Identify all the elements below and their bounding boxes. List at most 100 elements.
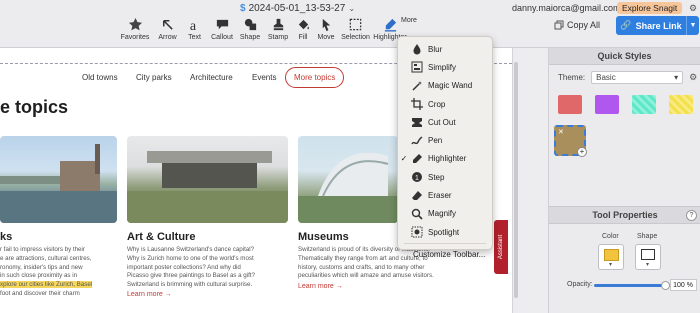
share-dropdown-button[interactable]: ▼	[686, 16, 699, 35]
menu-item-label: Cut Out	[428, 117, 456, 127]
theme-select[interactable]: Basic ▾	[591, 71, 684, 84]
text-line: r fail to impress visitors by their	[0, 246, 85, 253]
card-image-museums	[298, 136, 398, 223]
tool-arrow[interactable]: Arrow	[154, 15, 181, 47]
menu-item-label: Magnify	[428, 209, 457, 219]
assistant-label: Assistant	[498, 234, 504, 260]
text-line: Why is Lausanne Switzerland's dance capi…	[127, 246, 255, 253]
nav-city-parks[interactable]: City parks	[136, 73, 172, 82]
canvas-scrollbar[interactable]	[512, 48, 548, 313]
menu-item-spotlight[interactable]: Spotlight	[398, 223, 492, 241]
scrollbar-thumb[interactable]	[514, 62, 518, 298]
magnify-icon	[410, 207, 424, 221]
menu-item-label: Simplify	[428, 62, 457, 72]
menu-item-label: Magic Wand	[428, 81, 473, 91]
quick-style-swatch-red[interactable]	[558, 95, 582, 114]
quick-style-swatch-teal[interactable]	[632, 95, 656, 114]
close-icon[interactable]: ✕	[558, 128, 564, 136]
quick-style-swatch-purple[interactable]	[595, 95, 619, 114]
nav-architecture[interactable]: Architecture	[190, 73, 233, 82]
blur-icon	[410, 42, 424, 56]
menu-item-blur[interactable]: Blur	[398, 40, 492, 58]
learn-more-museums[interactable]: Learn more →	[298, 283, 343, 290]
tool-selection[interactable]: Selection	[338, 15, 373, 47]
slider-knob[interactable]	[661, 281, 670, 290]
menu-item-step[interactable]: 1 Step	[398, 168, 492, 186]
gear-icon[interactable]: ⚙	[689, 3, 697, 14]
window-title[interactable]: $ 2024-05-01_13-53-27 ⌄	[240, 3, 355, 14]
tool-move[interactable]: Move	[314, 15, 338, 47]
city-river-photo	[0, 144, 117, 223]
text-line: ronomy, insider's tips and new	[0, 263, 83, 271]
text-line: Switzerland is brimming with cultural su…	[127, 281, 253, 289]
highlighted-text: xplore our cities like Zurich, Basel	[0, 281, 93, 289]
shape-swatch	[641, 249, 655, 260]
add-style-icon[interactable]: +	[577, 147, 587, 157]
shape-picker[interactable]: ▾	[635, 244, 661, 270]
menu-item-simplify[interactable]: Simplify	[398, 58, 492, 76]
tool-text[interactable]: a Text	[181, 15, 208, 47]
menu-item-label: Eraser	[428, 191, 452, 201]
card-text-parks: r fail to impress visitors by their e ar…	[0, 246, 117, 299]
share-link-label: Share Link	[635, 20, 682, 31]
learn-more-label: Learn more	[298, 283, 334, 290]
tool-shape[interactable]: Shape	[236, 15, 264, 47]
snagit-file-icon: $	[240, 3, 246, 14]
tool-label: Arrow	[158, 34, 177, 41]
shape-icon	[244, 18, 256, 31]
tool-label: Stamp	[267, 34, 289, 41]
tool-stamp[interactable]: Stamp	[264, 15, 292, 47]
gear-icon[interactable]: ⚙	[689, 72, 697, 83]
help-icon[interactable]: ?	[686, 210, 697, 221]
simplify-icon	[410, 60, 424, 74]
current-style-swatch[interactable]: ✕ +	[554, 125, 587, 157]
assistant-tab[interactable]: Assistant	[494, 220, 508, 274]
menu-item-label: Crop	[428, 99, 446, 109]
crop-icon	[410, 97, 424, 111]
menu-item-magic-wand[interactable]: Magic Wand	[398, 77, 492, 95]
customize-toolbar-item[interactable]: Customize Toolbar...	[398, 246, 492, 262]
opacity-slider[interactable]	[594, 281, 670, 290]
tool-fill[interactable]: Fill	[292, 15, 314, 47]
cut-out-icon	[410, 115, 424, 129]
copy-all-label: Copy All	[567, 20, 601, 30]
tool-label: Move	[317, 34, 335, 41]
explore-snagit-button[interactable]: Explore Snagit	[617, 2, 683, 14]
learn-more-art-culture[interactable]: Learn more →	[127, 291, 172, 298]
step-icon: 1	[410, 170, 424, 184]
highlighter-icon	[384, 18, 396, 32]
menu-separator	[404, 243, 486, 245]
tool-callout[interactable]: Callout	[208, 15, 236, 47]
card-image-art-culture	[127, 136, 288, 223]
copy-all-button[interactable]: Copy All	[554, 20, 600, 30]
menu-item-pen[interactable]: Pen	[398, 131, 492, 149]
callout-icon	[216, 19, 228, 30]
account-email[interactable]: danny.maiorca@gmail.com ▾	[512, 3, 628, 14]
menu-item-crop[interactable]: Crop	[398, 95, 492, 113]
tool-favorites[interactable]: Favorites	[116, 15, 154, 47]
chevron-down-icon: ⌄	[348, 4, 356, 13]
more-tools-button[interactable]: More	[401, 17, 417, 24]
menu-item-label: Blur	[428, 44, 443, 54]
top-toolbar: $ 2024-05-01_13-53-27 ⌄ Favorites Arrow …	[0, 0, 700, 48]
tool-label: Favorites	[120, 34, 150, 41]
museum-photo	[298, 152, 398, 223]
nav-more-topics[interactable]: More topics	[285, 67, 345, 88]
opacity-value-field[interactable]: 100 %	[670, 279, 697, 291]
nav-old-towns[interactable]: Old towns	[82, 73, 118, 82]
text-line: in such close proximity as in	[0, 272, 78, 280]
menu-item-eraser[interactable]: Eraser	[398, 186, 492, 204]
color-picker[interactable]: ▾	[598, 244, 624, 270]
text-line: Picasso give three paintings to Basel as…	[127, 272, 255, 280]
card-title-museums: Museums	[298, 231, 349, 243]
menu-item-cut-out[interactable]: Cut Out	[398, 113, 492, 131]
card-image-parks	[0, 136, 117, 223]
tool-label: Selection	[341, 34, 370, 41]
share-link-button[interactable]: 🔗 Share Link	[616, 16, 686, 35]
card-text-art-culture: Why is Lausanne Switzerland's dance capi…	[127, 246, 292, 290]
menu-item-highlighter[interactable]: ✓ Highlighter	[398, 150, 492, 168]
quick-style-swatch-yellow[interactable]	[669, 95, 693, 114]
menu-item-magnify[interactable]: Magnify	[398, 205, 492, 223]
eraser-icon	[410, 189, 424, 203]
nav-events[interactable]: Events	[252, 73, 276, 82]
